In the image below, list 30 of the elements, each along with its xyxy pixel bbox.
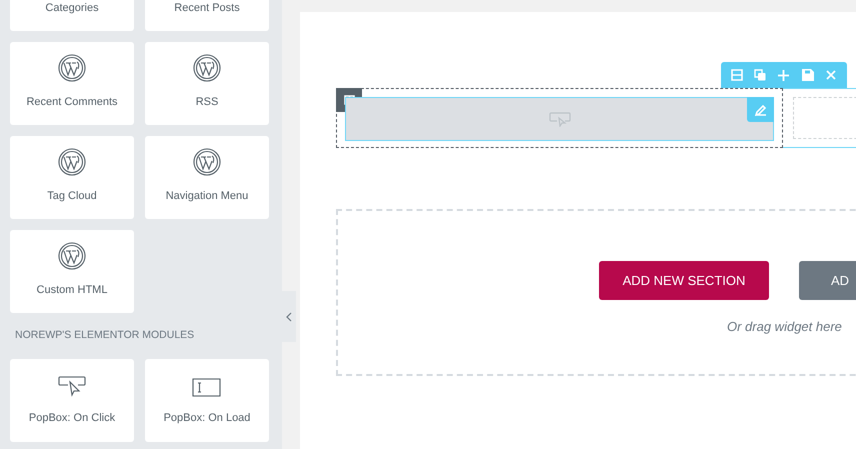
- widget-card[interactable]: Tag Cloud: [10, 136, 134, 219]
- widget-card[interactable]: Custom HTML: [10, 230, 134, 313]
- layout-icon: [730, 69, 743, 81]
- widget-card[interactable]: Categories: [10, 0, 134, 31]
- wordpress-logo-icon: [58, 148, 86, 176]
- plus-icon: [778, 70, 790, 80]
- widget-card[interactable]: Navigation Menu: [145, 136, 269, 219]
- add-new-section-button[interactable]: ADD NEW SECTION: [599, 261, 769, 300]
- wordpress-logo-icon: [193, 148, 221, 176]
- chevron-left-icon: [286, 312, 292, 322]
- edit-column-button[interactable]: [747, 97, 774, 122]
- popup-click-icon: [57, 376, 87, 398]
- popup-window-icon: [192, 378, 222, 398]
- add-template-button[interactable]: AD: [799, 261, 856, 300]
- widget-card[interactable]: RSS: [145, 42, 269, 125]
- widget-card[interactable]: PopBox: On Load: [145, 358, 269, 442]
- wordpress-logo-icon: [58, 54, 86, 82]
- close-icon: [826, 70, 836, 80]
- drag-hint: Or drag widget here: [727, 318, 843, 336]
- pencil-icon: [754, 104, 766, 116]
- wordpress-logo-icon: [193, 54, 221, 82]
- copy-icon: [754, 69, 766, 81]
- section-heading: NOREWP'S ELEMENTOR MODULES: [15, 328, 196, 343]
- save-icon: [802, 69, 814, 81]
- widget-card[interactable]: Recent Posts: [145, 0, 269, 31]
- widget-card[interactable]: Recent Comments: [10, 42, 134, 125]
- wordpress-logo-icon: [58, 242, 86, 270]
- drag-widget-icon: [548, 112, 570, 126]
- collapse-panel-tab[interactable]: [282, 291, 296, 342]
- widget-card[interactable]: PopBox: On Click: [10, 358, 134, 442]
